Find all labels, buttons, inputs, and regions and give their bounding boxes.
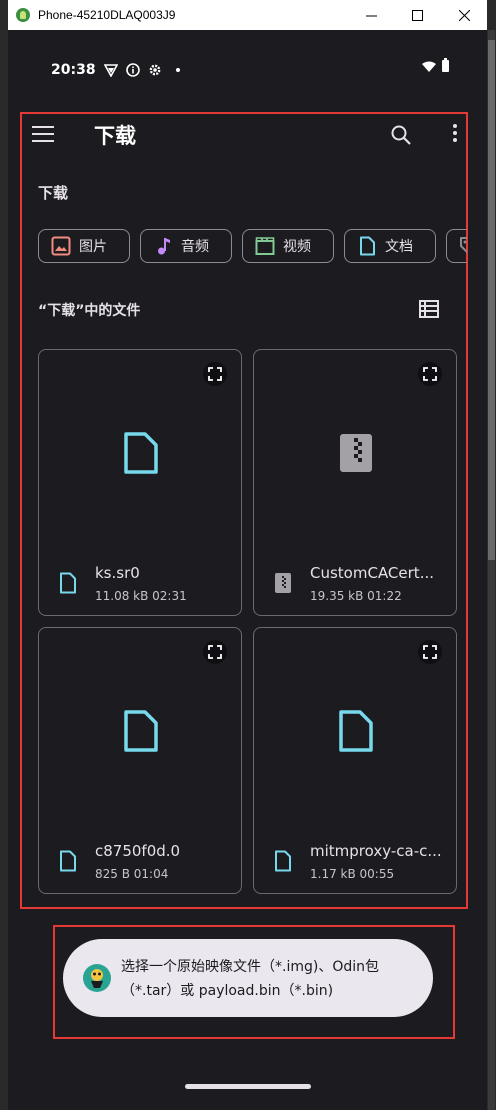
expand-icon[interactable]: [418, 362, 442, 386]
file-meta: 825 B 01:04: [95, 867, 169, 881]
menu-icon[interactable]: [32, 126, 54, 142]
tag-icon: [460, 237, 467, 254]
window-title: Phone-45210DLAQ003J9: [38, 8, 176, 22]
scrollbar-thumb[interactable]: [488, 40, 495, 560]
file-card[interactable]: CustomCACert... 19.35 kB 01:22: [253, 349, 457, 616]
file-name: CustomCACert...: [310, 564, 434, 582]
chip-audio[interactable]: 音频: [140, 229, 232, 263]
page-title: 下载: [94, 124, 136, 148]
file-meta: 11.08 kB 02:31: [95, 589, 187, 603]
app-logo-icon: [83, 964, 111, 992]
info-icon: [125, 63, 140, 77]
navigation-handle[interactable]: [185, 1084, 311, 1089]
list-view-icon[interactable]: [419, 300, 439, 318]
category-chips: 图片 音频 视频 文档: [38, 229, 467, 265]
status-bar-right: [422, 58, 449, 72]
background-left: [0, 0, 8, 1110]
status-time: 20:38: [51, 62, 96, 78]
status-bar: 20:38: [51, 62, 180, 78]
window-titlebar: Phone-45210DLAQ003J9: [8, 0, 487, 30]
file-meta: 19.35 kB 01:22: [310, 589, 402, 603]
archive-icon: [340, 434, 372, 472]
file-name: ks.sr0: [95, 564, 140, 582]
vpn-icon: [103, 64, 118, 77]
document-icon: [275, 850, 291, 872]
file-name: mitmproxy-ca-c...: [310, 842, 442, 860]
file-card[interactable]: mitmproxy-ca-c... 1.17 kB 00:55: [253, 627, 457, 894]
toast-text: 选择一个原始映像文件（*.img)、Odin包（*.tar）或 payload.…: [121, 959, 379, 999]
expand-icon[interactable]: [418, 640, 442, 664]
files-header: “下载”中的文件: [38, 303, 141, 319]
document-icon: [60, 850, 76, 872]
android-icon: [16, 8, 30, 22]
close-icon[interactable]: [441, 0, 487, 30]
chip-documents[interactable]: 文档: [344, 229, 436, 263]
file-name: c8750f0d.0: [95, 842, 181, 860]
file-card[interactable]: ks.sr0 11.08 kB 02:31: [38, 349, 242, 616]
file-meta: 1.17 kB 00:55: [310, 867, 395, 881]
chip-video[interactable]: 视频: [242, 229, 334, 263]
music-note-icon: [158, 238, 170, 255]
document-icon: [339, 710, 373, 752]
chip-images[interactable]: 图片: [38, 229, 130, 263]
archive-icon: [275, 573, 291, 593]
app-bar: 下载: [28, 116, 468, 156]
battery-icon: [442, 58, 449, 72]
section-title: 下载: [38, 184, 69, 202]
toast-message: 选择一个原始映像文件（*.img)、Odin包（*.tar）或 payload.…: [63, 939, 433, 1017]
expand-icon[interactable]: [203, 362, 227, 386]
expand-icon[interactable]: [203, 640, 227, 664]
file-card[interactable]: c8750f0d.0 825 B 01:04: [38, 627, 242, 894]
document-icon: [124, 710, 158, 752]
minimize-icon[interactable]: [348, 0, 394, 30]
wifi-icon: [422, 61, 436, 72]
chip-more[interactable]: [446, 229, 467, 263]
settings-gear-icon: [149, 64, 160, 76]
search-icon[interactable]: [390, 124, 412, 146]
clapperboard-icon: [255, 237, 275, 255]
image-icon: [51, 236, 71, 256]
document-icon: [360, 236, 375, 256]
more-options-icon[interactable]: [452, 124, 458, 146]
phone-screen: 20:38 下载 下载 图片 音频 视频 文档 “下载”中的文件 ks.sr0 …: [8, 30, 487, 1110]
maximize-icon[interactable]: [394, 0, 440, 30]
document-icon: [124, 432, 158, 474]
notification-dot-icon: [175, 68, 180, 72]
document-icon: [60, 572, 76, 594]
